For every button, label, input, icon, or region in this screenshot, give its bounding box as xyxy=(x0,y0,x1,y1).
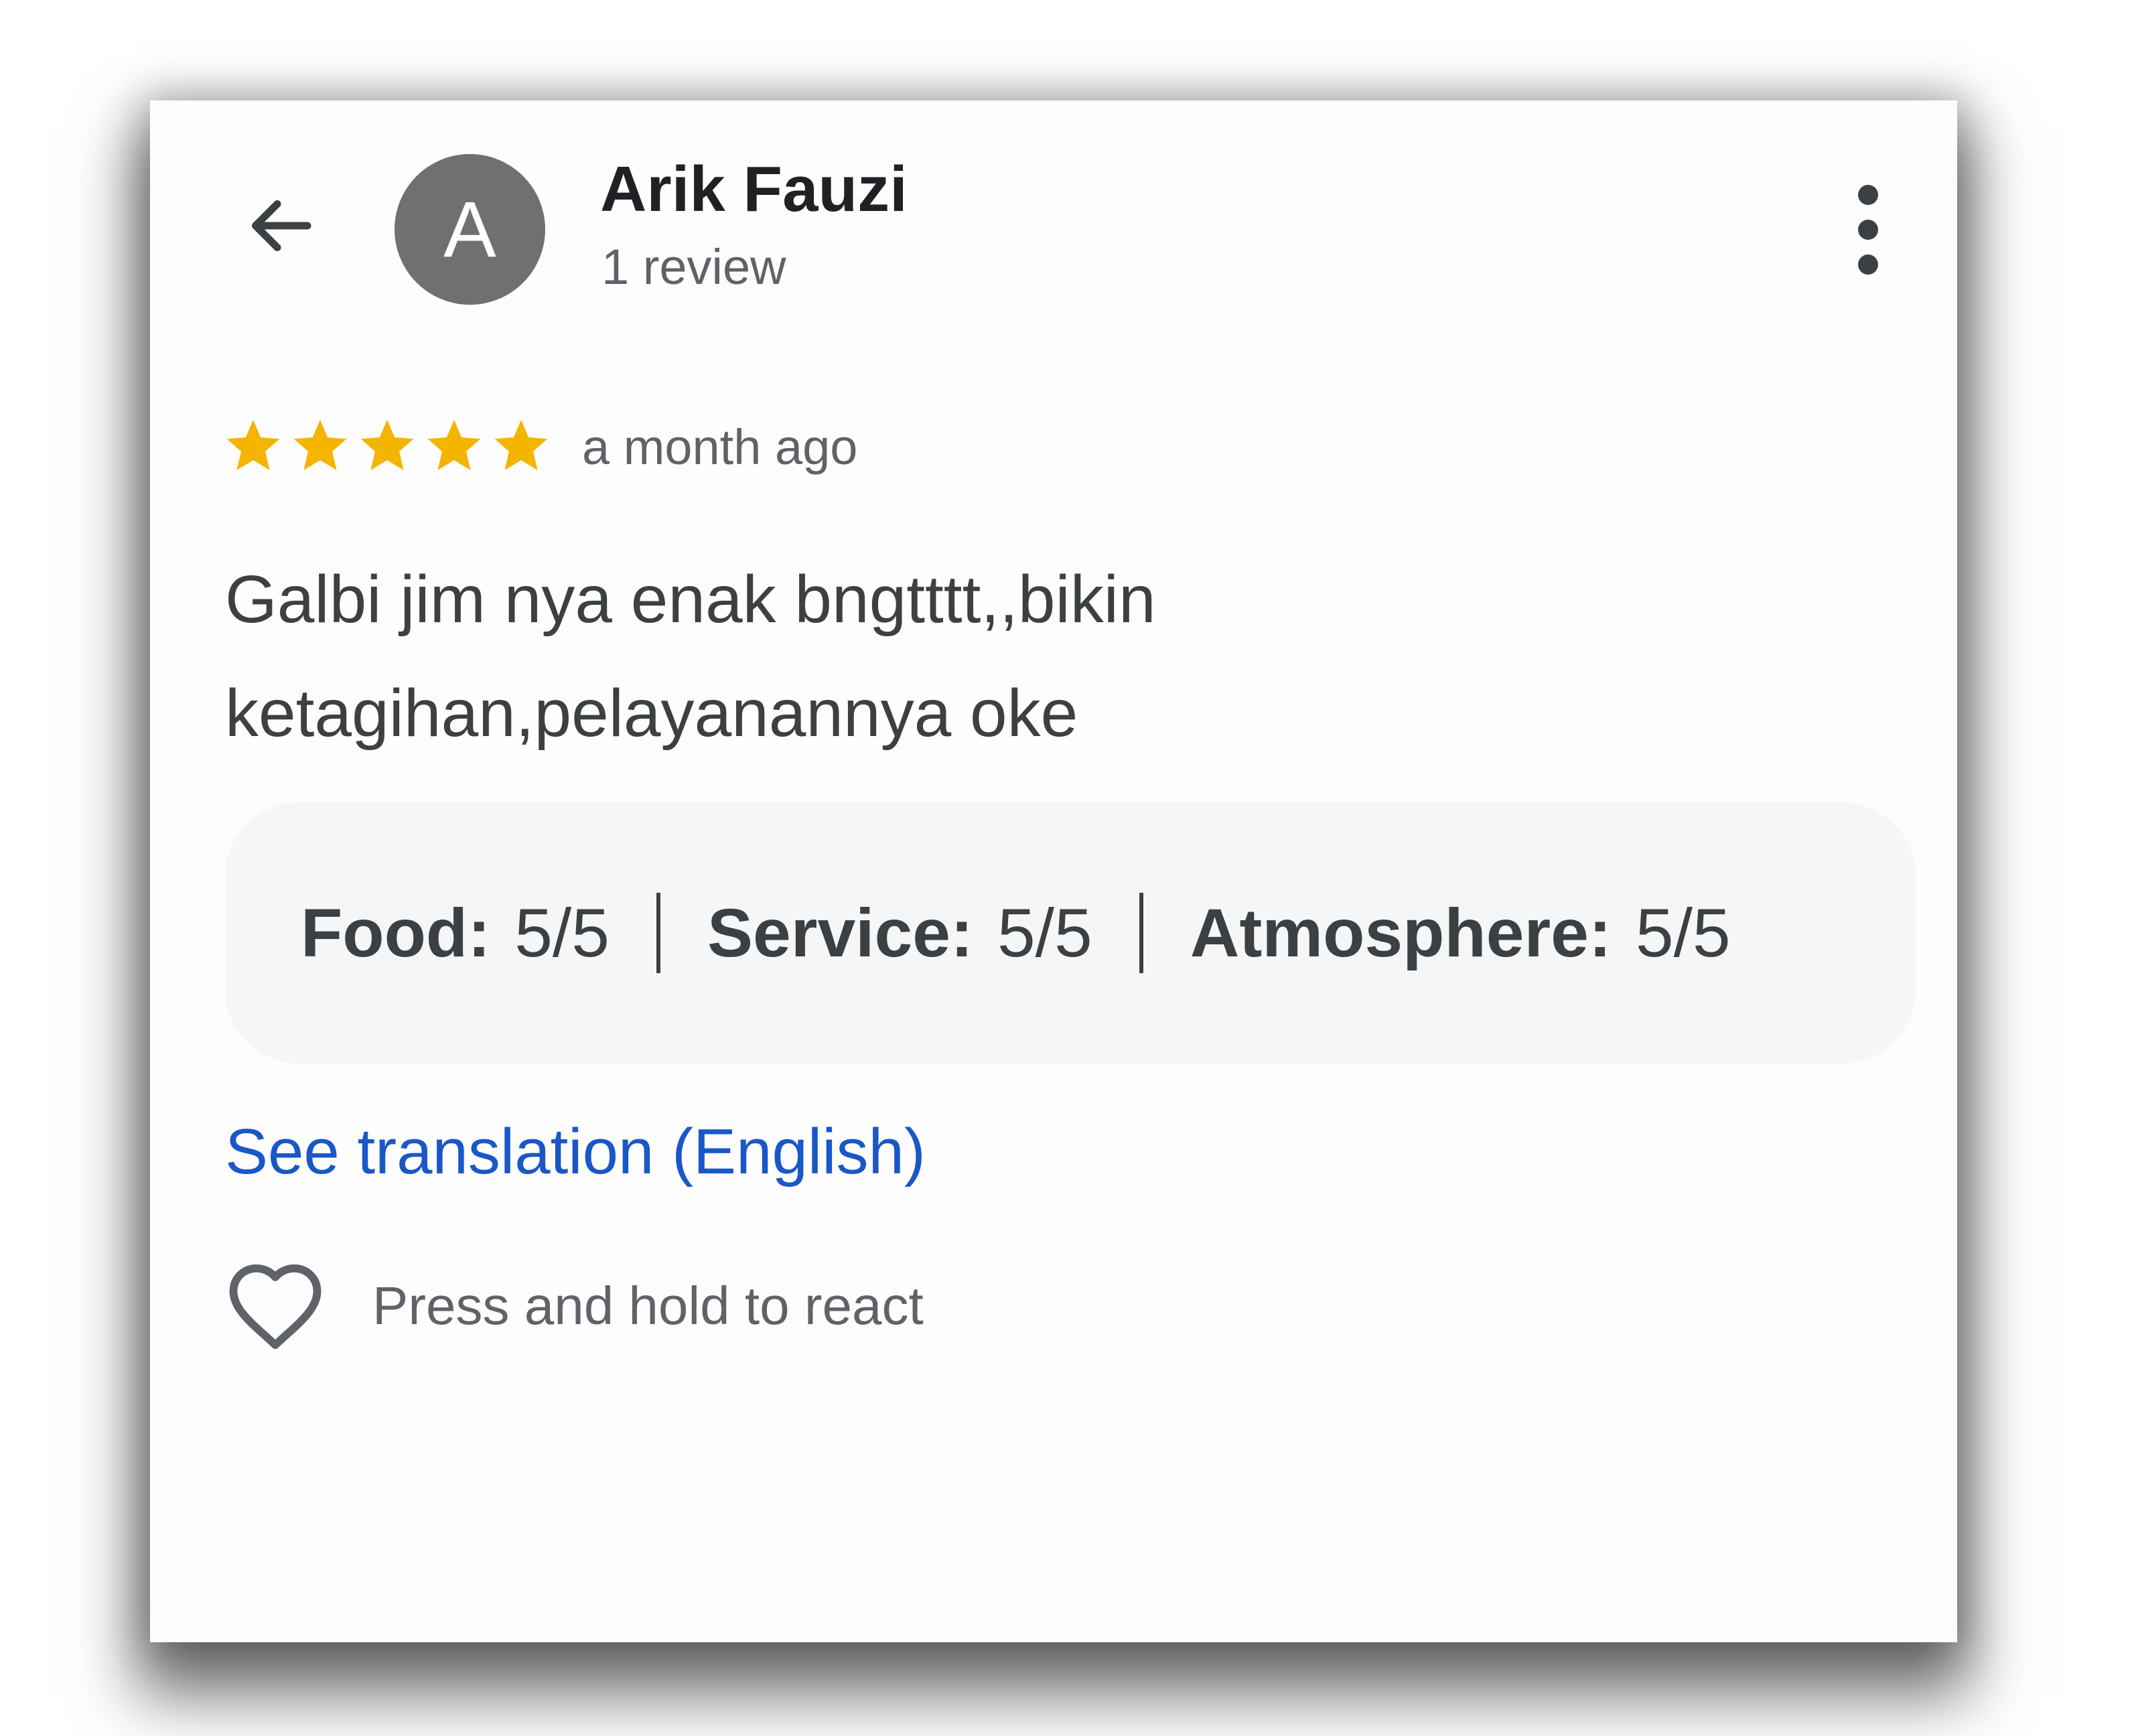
back-button[interactable] xyxy=(237,182,324,269)
food-rating-value: 5/5 xyxy=(514,894,610,971)
more-vert-icon-dot xyxy=(1858,255,1878,275)
atmosphere-rating-label: Atmosphere: xyxy=(1190,894,1612,971)
star-icon xyxy=(360,419,414,471)
avatar[interactable]: A xyxy=(395,154,545,305)
more-vert-icon-dot xyxy=(1858,220,1878,240)
user-name[interactable]: Arik Fauzi xyxy=(600,153,908,226)
star-icon xyxy=(494,419,548,471)
food-rating-label: Food: xyxy=(301,894,491,971)
review-count: 1 review xyxy=(601,239,786,295)
react-label: Press and hold to react xyxy=(372,1276,924,1335)
star-icon xyxy=(427,419,481,471)
star-icon xyxy=(226,419,280,471)
star-icon xyxy=(293,419,347,471)
review-text-line: ketagihan,pelayanannya oke xyxy=(225,676,1078,751)
sub-ratings-box: Food: 5/5 Service: 5/5 Atmosphere: 5/5 xyxy=(225,802,1916,1064)
atmosphere-rating: Atmosphere: 5/5 xyxy=(1190,894,1731,972)
react-row[interactable]: Press and hold to react xyxy=(225,1259,924,1353)
see-translation-link[interactable]: See translation (English) xyxy=(225,1115,926,1189)
service-rating-label: Service: xyxy=(707,894,973,971)
food-rating: Food: 5/5 xyxy=(301,894,610,972)
star-rating xyxy=(222,415,552,477)
atmosphere-rating-value: 5/5 xyxy=(1635,894,1731,971)
review-text-line: Galbi jim nya enak bngtttt,,bikin xyxy=(225,562,1156,637)
review-text: Galbi jim nya enak bngtttt,,bikin ketagi… xyxy=(225,542,1766,770)
service-rating: Service: 5/5 xyxy=(707,894,1092,972)
arrow-left-icon xyxy=(252,200,311,251)
more-options-button[interactable] xyxy=(1835,179,1902,280)
review-card: A Arik Fauzi 1 review a month ago Galbi … xyxy=(150,100,1957,1642)
more-vert-icon-dot xyxy=(1858,185,1878,205)
service-rating-value: 5/5 xyxy=(997,894,1092,971)
divider xyxy=(656,893,660,973)
review-time: a month ago xyxy=(582,419,858,475)
heart-icon[interactable] xyxy=(225,1259,326,1353)
divider xyxy=(1139,893,1143,973)
